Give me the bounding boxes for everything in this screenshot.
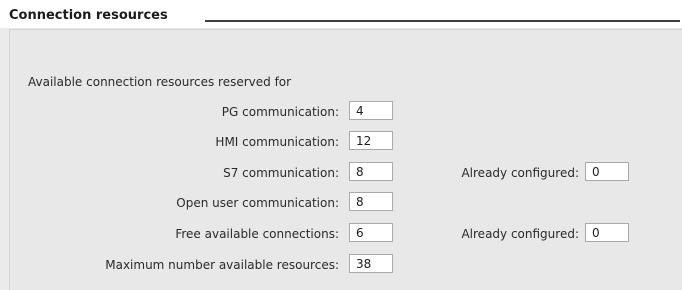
pg-communication-field[interactable]: 4	[349, 101, 393, 120]
s7-already-configured-field[interactable]: 0	[585, 162, 629, 181]
free-already-configured-field[interactable]: 0	[585, 223, 629, 242]
free-already-configured-label: Already configured:	[461, 227, 579, 241]
intro-text: Available connection resources reserved …	[28, 75, 292, 89]
s7-communication-label: S7 communication:	[223, 166, 339, 180]
s7-communication-field[interactable]: 8	[349, 162, 393, 181]
connection-resources-panel	[9, 29, 682, 290]
section-title: Connection resources	[9, 8, 168, 23]
maximum-available-resources-field[interactable]: 38	[349, 254, 393, 273]
hmi-communication-field[interactable]: 12	[349, 131, 393, 150]
hmi-communication-label: HMI communication:	[215, 135, 339, 149]
open-user-communication-label: Open user communication:	[176, 196, 339, 210]
open-user-communication-field[interactable]: 8	[349, 192, 393, 211]
section-divider	[205, 20, 680, 22]
free-available-connections-field[interactable]: 6	[349, 223, 393, 242]
section-header: Connection resources	[0, 0, 682, 28]
pg-communication-label: PG communication:	[221, 105, 339, 119]
maximum-available-resources-label: Maximum number available resources:	[105, 258, 339, 272]
free-available-connections-label: Free available connections:	[175, 227, 339, 241]
s7-already-configured-label: Already configured:	[461, 166, 579, 180]
